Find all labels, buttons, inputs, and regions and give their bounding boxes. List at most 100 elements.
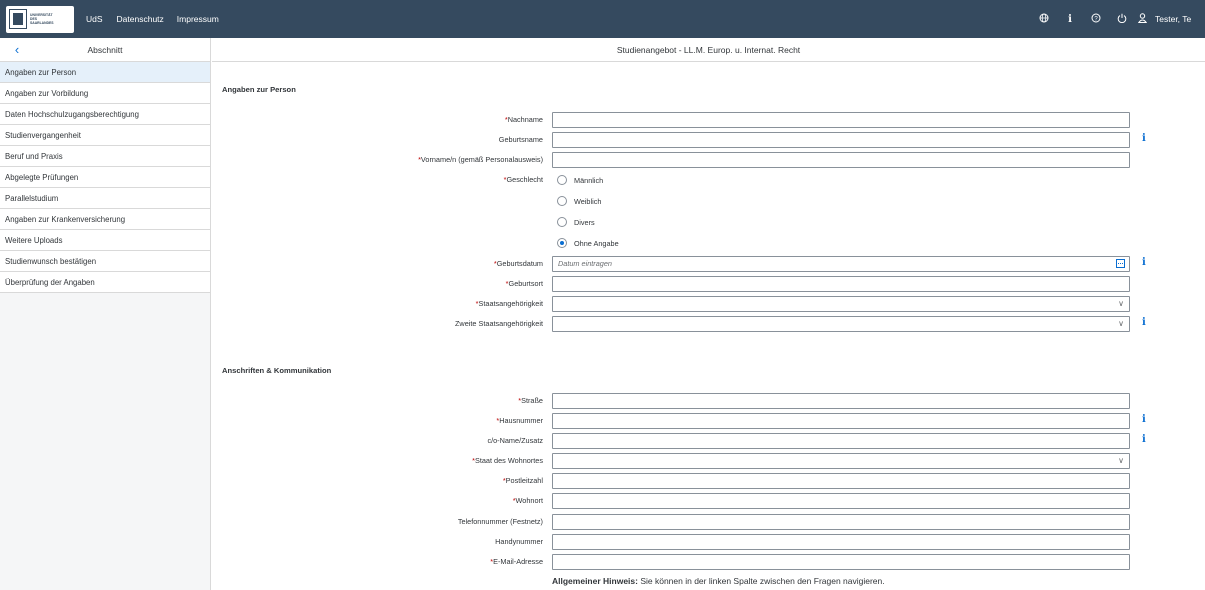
hausnummer-input[interactable] [552,413,1130,429]
wohnort-input[interactable] [552,493,1130,509]
university-logo[interactable]: UNIVERSITÄT DES SAARLANDES [6,5,74,33]
radio-circle[interactable] [557,175,567,185]
label-zweite-staatsangehoerigkeit: Zweite Staatsangehörigkeit [454,319,543,328]
row-zweite-staatsangehoerigkeit: Zweite Staatsangehörigkeit ∨ i [212,316,1205,332]
row-handy: Handynummer [212,534,1205,550]
chevron-down-icon[interactable]: ∨ [1118,297,1124,311]
label-wohnort: *Wohnort [512,496,543,505]
nav-impressum[interactable]: Impressum [177,14,219,24]
section-item-krankenversicherung[interactable]: Angaben zur Krankenversicherung [0,209,210,230]
label-vorname: *Vorname/n (gemäß Personalausweis) [418,155,543,164]
row-wohnort: *Wohnort [212,493,1205,509]
radio-label: Divers [574,217,595,227]
radio-label: Ohne Angabe [574,238,619,248]
chevron-down-icon[interactable]: ∨ [1118,317,1124,331]
shell-actions: i ? Tester, Te [1031,0,1205,38]
back-chevron-icon[interactable]: ‹ [0,42,34,57]
email-input[interactable] [552,554,1130,570]
help-icon[interactable]: ? [1083,13,1109,26]
telefon-input[interactable] [552,514,1130,530]
row-email: *E-Mail-Adresse [212,554,1205,570]
section-item-parallelstudium[interactable]: Parallelstudium [0,188,210,209]
radio-circle[interactable] [557,196,567,206]
info-icon[interactable]: i [1142,257,1146,268]
row-postleitzahl: *Postleitzahl [212,473,1205,489]
hint-label: Allgemeiner Hinweis: [552,576,638,586]
section-item-studienwunsch-bestaetigen[interactable]: Studienwunsch bestätigen [0,251,210,272]
row-staat-wohnort: *Staat des Wohnortes ∨ [212,453,1205,469]
section-item-ueberpruefung[interactable]: Überprüfung der Angaben [0,272,210,293]
label-nachname: *Nachname [504,115,543,124]
geburtsort-input[interactable] [552,276,1130,292]
section-item-hochschulzugangsberechtigung[interactable]: Daten Hochschulzugangsberechtigung [0,104,210,125]
postleitzahl-input[interactable] [552,473,1130,489]
top-nav: UdS Datenschutz Impressum [86,14,232,24]
info-icon[interactable]: i [1142,434,1146,445]
nav-uds[interactable]: UdS [86,14,103,24]
geburtsdatum-placeholder: Datum eintragen [558,259,612,268]
co-name-input[interactable] [552,433,1130,449]
general-hint: Allgemeiner Hinweis: Sie können in der l… [552,576,885,586]
info-icon[interactable]: i [1057,14,1083,25]
label-geburtsort: *Geburtsort [505,279,543,288]
radio-maennlich[interactable]: Männlich [557,172,603,188]
section-item-angaben-zur-person[interactable]: Angaben zur Person [0,62,210,83]
page-title: Studienangebot - LL.M. Europ. u. Interna… [212,38,1205,62]
row-geschlecht-4: Ohne Angabe [212,235,1205,251]
radio-weiblich[interactable]: Weiblich [557,193,601,209]
globe-icon[interactable] [1031,13,1057,26]
label-email: *E-Mail-Adresse [490,557,543,566]
label-handy: Handynummer [495,537,543,546]
radio-divers[interactable]: Divers [557,214,595,230]
handy-input[interactable] [552,534,1130,550]
row-telefon: Telefonnummer (Festnetz) [212,514,1205,530]
section-item-beruf-und-praxis[interactable]: Beruf und Praxis [0,146,210,167]
calendar-icon[interactable] [1116,259,1125,268]
row-geburtsort: *Geburtsort [212,276,1205,292]
power-icon[interactable] [1109,13,1135,26]
user-name[interactable]: Tester, Te [1155,14,1205,24]
hint-text: Sie können in der linken Spalte zwischen… [637,576,885,586]
info-icon[interactable]: i [1142,317,1146,328]
label-hausnummer: *Hausnummer [496,416,543,425]
info-icon[interactable]: i [1142,414,1146,425]
label-geburtsname: Geburtsname [498,135,543,144]
label-geburtsdatum: *Geburtsdatum [493,259,543,268]
chevron-down-icon[interactable]: ∨ [1118,454,1124,468]
row-geschlecht: *Geschlecht Männlich [212,172,1205,188]
geburtsname-input[interactable] [552,132,1130,148]
group-title-anschriften: Anschriften & Kommunikation [222,366,332,375]
shell-bar: UNIVERSITÄT DES SAARLANDES UdS Datenschutz… [0,0,1205,38]
geburtsdatum-input[interactable]: Datum eintragen [552,256,1130,272]
label-geschlecht: *Geschlecht [503,175,543,184]
section-item-studienvergangenheit[interactable]: Studienvergangenheit [0,125,210,146]
section-item-abgelegte-pruefungen[interactable]: Abgelegte Prüfungen [0,167,210,188]
row-geburtsname: Geburtsname i [212,132,1205,148]
radio-ohne-angabe[interactable]: Ohne Angabe [557,235,619,251]
row-staatsangehoerigkeit: *Staatsangehörigkeit ∨ [212,296,1205,312]
radio-circle[interactable] [557,217,567,227]
section-navigation: ‹ Abschnitt Angaben zur Person Angaben z… [0,38,211,590]
row-geschlecht-2: Weiblich [212,193,1205,209]
staat-wohnort-select[interactable]: ∨ [552,453,1130,469]
label-strasse: *Straße [518,396,543,405]
radio-label: Weiblich [574,196,602,206]
nachname-input[interactable] [552,112,1130,128]
label-staat-wohnort: *Staat des Wohnortes [472,456,543,465]
row-geburtsdatum: *Geburtsdatum Datum eintragen i [212,256,1205,272]
section-nav-header: ‹ Abschnitt [0,38,210,62]
row-co-name: c/o-Name/Zusatz i [212,433,1205,449]
radio-circle-selected[interactable] [557,238,567,248]
row-geschlecht-3: Divers [212,214,1205,230]
vorname-input[interactable] [552,152,1130,168]
user-icon[interactable] [1135,12,1149,26]
row-strasse: *Straße [212,393,1205,409]
section-item-vorbildung[interactable]: Angaben zur Vorbildung [0,83,210,104]
zweite-staatsangehoerigkeit-select[interactable]: ∨ [552,316,1130,332]
strasse-input[interactable] [552,393,1130,409]
row-vorname: *Vorname/n (gemäß Personalausweis) [212,152,1205,168]
nav-datenschutz[interactable]: Datenschutz [117,14,164,24]
section-item-weitere-uploads[interactable]: Weitere Uploads [0,230,210,251]
staatsangehoerigkeit-select[interactable]: ∨ [552,296,1130,312]
info-icon[interactable]: i [1142,133,1146,144]
